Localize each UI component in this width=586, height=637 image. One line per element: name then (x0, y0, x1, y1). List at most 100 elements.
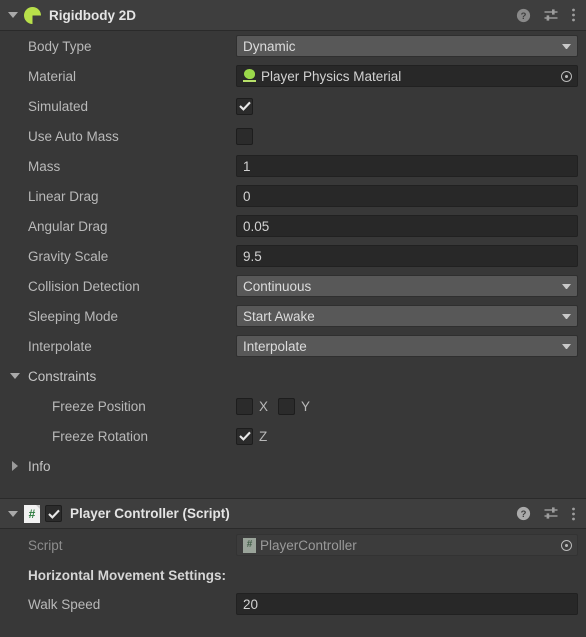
field-row-use-auto-mass: Use Auto Mass (0, 121, 586, 151)
foldout-info[interactable]: Info (0, 451, 586, 481)
checkbox-simulated[interactable] (236, 97, 253, 115)
dropdown-body-type[interactable]: Dynamic (236, 35, 578, 57)
kebab-menu-icon[interactable] (571, 7, 576, 23)
dropdown-value-body-type: Dynamic (243, 38, 296, 54)
field-row-freeze-rotation: Freeze Rotation Z (0, 421, 586, 451)
field-row-body-type: Body Type Dynamic (0, 31, 586, 61)
foldout-constraints[interactable]: Constraints (0, 361, 586, 391)
dropdown-sleeping-mode[interactable]: Start Awake (236, 305, 578, 327)
section-header-label: Horizontal Movement Settings: (28, 567, 227, 583)
label-interpolate: Interpolate (28, 338, 92, 354)
label-walk-speed: Walk Speed (28, 596, 101, 612)
help-icon[interactable]: ? (516, 8, 531, 23)
object-field-script-value: PlayerController (260, 537, 357, 553)
component-title-rigidbody2d: Rigidbody 2D (49, 7, 136, 23)
dropdown-value-interpolate: Interpolate (243, 338, 307, 354)
help-icon[interactable]: ? (516, 506, 531, 521)
chevron-down-icon (562, 283, 571, 289)
input-walk-speed[interactable]: 20 (236, 593, 578, 615)
csharp-script-icon: # (243, 537, 256, 553)
checkbox-enable-player-controller[interactable] (45, 505, 62, 522)
dropdown-interpolate[interactable]: Interpolate (236, 335, 578, 357)
chevron-down-icon (562, 43, 571, 49)
preset-settings-icon[interactable] (543, 506, 559, 521)
object-field-material[interactable]: Player Physics Material (236, 65, 578, 87)
input-mass-value: 1 (243, 158, 251, 174)
foldout-rigidbody2d[interactable] (6, 8, 20, 22)
input-gravity-scale-value: 9.5 (243, 248, 262, 264)
csharp-script-icon: # (24, 504, 40, 523)
component-header-rigidbody2d[interactable]: Rigidbody 2D ? (0, 0, 586, 31)
label-angular-drag: Angular Drag (28, 218, 108, 234)
label-linear-drag: Linear Drag (28, 188, 99, 204)
label-sleeping-mode: Sleeping Mode (28, 308, 119, 324)
field-row-mass: Mass 1 (0, 151, 586, 181)
dropdown-value-sleeping-mode: Start Awake (243, 308, 315, 324)
svg-text:?: ? (521, 509, 527, 520)
object-picker-icon[interactable] (557, 67, 575, 85)
label-info: Info (28, 458, 51, 474)
foldout-info-toggle[interactable] (8, 459, 22, 473)
freeze-position-axes: X Y (236, 397, 320, 415)
chevron-down-icon (8, 12, 18, 18)
axis-label-x: X (259, 398, 269, 414)
checkbox-freeze-position-y[interactable] (278, 397, 296, 415)
input-mass[interactable]: 1 (236, 155, 578, 177)
object-field-script-content: # PlayerController (243, 537, 357, 553)
physics-material-icon (243, 69, 257, 83)
field-row-linear-drag: Linear Drag 0 (0, 181, 586, 211)
label-collision-detection: Collision Detection (28, 278, 140, 294)
label-body-type: Body Type (28, 38, 92, 54)
chevron-down-icon (562, 343, 571, 349)
chevron-right-icon (12, 461, 18, 471)
field-row-sleeping-mode: Sleeping Mode Start Awake (0, 301, 586, 331)
field-row-collision-detection: Collision Detection Continuous (0, 271, 586, 301)
axis-label-z: Z (259, 428, 268, 444)
field-row-script: Script # PlayerController (0, 529, 586, 561)
label-script: Script (28, 537, 63, 553)
object-picker-icon[interactable] (557, 536, 575, 554)
section-header-horizontal-movement: Horizontal Movement Settings: (0, 561, 586, 589)
label-mass: Mass (28, 158, 61, 174)
input-linear-drag[interactable]: 0 (236, 185, 578, 207)
check-icon (238, 101, 251, 111)
object-field-material-content: Player Physics Material (243, 69, 401, 84)
checkbox-use-auto-mass[interactable] (236, 127, 253, 145)
kebab-menu-icon[interactable] (571, 506, 576, 522)
freeze-rotation-axes: Z (236, 427, 277, 445)
foldout-player-controller[interactable] (6, 507, 20, 521)
foldout-constraints-toggle[interactable] (8, 369, 22, 383)
field-row-gravity-scale: Gravity Scale 9.5 (0, 241, 586, 271)
object-field-material-value: Player Physics Material (261, 68, 402, 84)
label-gravity-scale: Gravity Scale (28, 248, 109, 264)
field-row-interpolate: Interpolate Interpolate (0, 331, 586, 361)
field-row-walk-speed: Walk Speed 20 (0, 589, 586, 619)
field-row-angular-drag: Angular Drag 0.05 (0, 211, 586, 241)
component-header-actions-player-controller: ? (516, 506, 576, 522)
label-material: Material (28, 68, 77, 84)
axis-label-y: Y (301, 398, 311, 414)
checkbox-freeze-rotation-z[interactable] (236, 427, 253, 445)
dropdown-value-collision-detection: Continuous (243, 278, 312, 294)
input-walk-speed-value: 20 (243, 596, 259, 612)
input-angular-drag[interactable]: 0.05 (236, 215, 578, 237)
component-header-player-controller[interactable]: # Player Controller (Script) ? (0, 498, 586, 529)
checkbox-freeze-position-x[interactable] (236, 397, 253, 415)
label-constraints: Constraints (28, 368, 97, 384)
label-freeze-rotation: Freeze Rotation (52, 428, 149, 444)
component-title-player-controller: Player Controller (Script) (70, 506, 230, 521)
input-linear-drag-value: 0 (243, 188, 251, 204)
field-row-simulated: Simulated (0, 91, 586, 121)
chevron-down-icon (562, 313, 571, 319)
rigidbody2d-icon (24, 6, 41, 24)
input-gravity-scale[interactable]: 9.5 (236, 245, 578, 267)
object-field-script: # PlayerController (236, 534, 578, 556)
component-header-actions-rigidbody2d: ? (516, 7, 576, 23)
label-use-auto-mass: Use Auto Mass (28, 128, 119, 144)
inspector-panel: Rigidbody 2D ? Body Type Dynamic Materia… (0, 0, 586, 637)
preset-settings-icon[interactable] (543, 8, 559, 23)
check-icon (238, 431, 251, 441)
field-row-freeze-position: Freeze Position X Y (0, 391, 586, 421)
chevron-down-icon (10, 373, 20, 379)
dropdown-collision-detection[interactable]: Continuous (236, 275, 578, 297)
